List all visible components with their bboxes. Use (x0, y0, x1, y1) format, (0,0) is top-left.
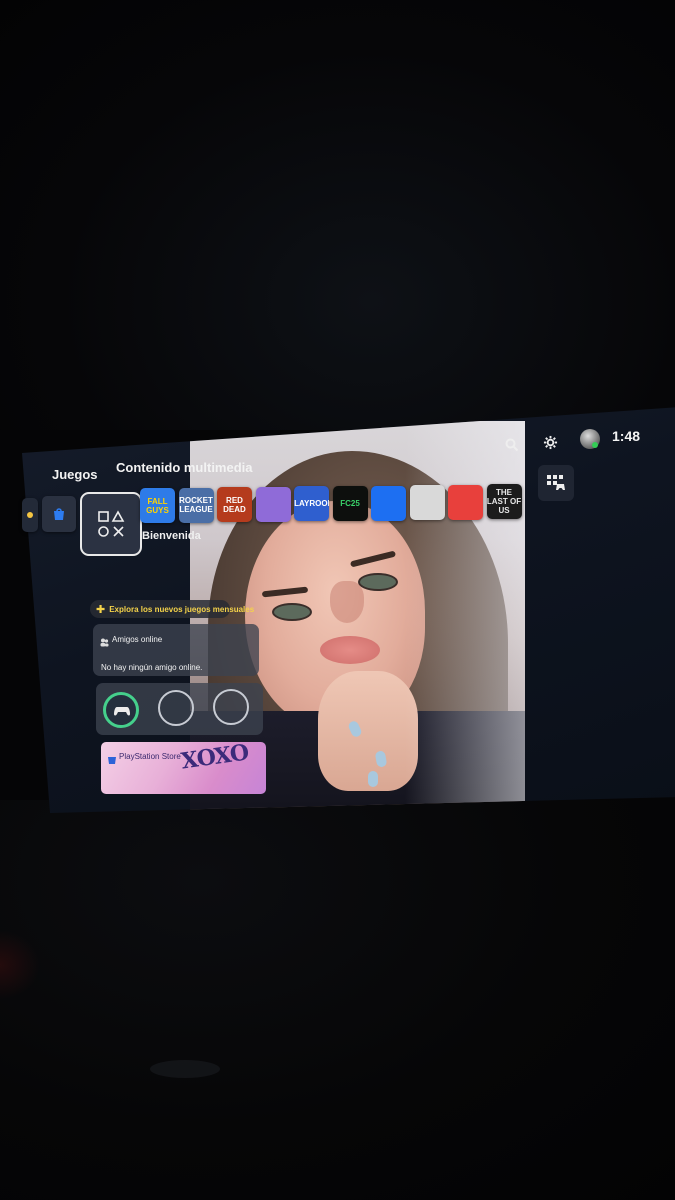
wallpaper-lips (320, 636, 380, 664)
game-tile[interactable] (448, 484, 483, 520)
game-tile[interactable] (409, 485, 445, 521)
friends-icon (100, 634, 109, 647)
friends-title: Amigos online (112, 635, 163, 644)
game-tile[interactable]: RED DEAD (217, 487, 252, 523)
wallpaper-nail (368, 771, 378, 787)
game-tile-label: FALL GUYS (146, 496, 169, 515)
gear-icon[interactable] (541, 433, 559, 451)
game-tile[interactable] (371, 485, 406, 521)
party-slot-active[interactable] (103, 692, 139, 728)
ps-store-icon[interactable] (42, 496, 76, 532)
ps-store-card[interactable]: PlayStation Store XOXO (101, 742, 266, 794)
grid-icon (547, 475, 565, 490)
partial-tile[interactable] (22, 498, 38, 532)
game-tile[interactable]: FC25 (332, 486, 368, 521)
clock: 1:48 (612, 428, 641, 444)
store-promo-art: XOXO (179, 742, 250, 775)
ps-plus-explore-card[interactable]: ✚ Explora los nuevos juegos mensuales (90, 600, 254, 618)
game-tile-label: PLAYROOM (294, 499, 329, 509)
game-library-tile[interactable] (538, 465, 574, 501)
wallpaper-window-light (405, 421, 525, 813)
game-tile[interactable]: FALL GUYS (140, 488, 175, 523)
friends-message: No hay ningún amigo online. (101, 663, 203, 672)
ps-store-bag-icon (107, 751, 117, 764)
game-tile-label: ROCKET LEAGUE (179, 496, 213, 515)
game-tile-label: RED DEAD (223, 495, 246, 514)
explore-label: Explora los nuevos juegos mensuales (109, 604, 255, 614)
game-tile[interactable] (255, 486, 291, 522)
ps-plus-icon: ✚ (96, 603, 106, 616)
game-tile-label: THE LAST OF US (486, 488, 522, 516)
wallpaper-eye-left (272, 603, 312, 621)
tv: Juegos Contenido multimedia 1:48 Bienven… (0, 0, 675, 1200)
ps-store-label: PlayStation Store (119, 752, 181, 761)
party-slot-empty[interactable] (158, 690, 194, 726)
wallpaper-nose (330, 581, 364, 623)
partial-tile-dot (27, 512, 33, 518)
game-tile[interactable]: PLAYROOM (294, 486, 329, 522)
game-tile[interactable]: ROCKET LEAGUE (178, 487, 214, 523)
game-tile-label: FC25 (340, 499, 360, 508)
game-tile[interactable]: THE LAST OF US (486, 484, 522, 520)
tab-contenido-multimedia[interactable]: Contenido multimedia (116, 460, 253, 475)
home-label: Bienvenida (142, 530, 201, 542)
wallpaper-eye-right (358, 573, 398, 591)
party-slot-empty[interactable] (213, 689, 249, 725)
home-tile[interactable] (80, 492, 142, 556)
ps-shapes-icon (98, 510, 125, 537)
online-status-dot (592, 442, 598, 448)
tab-juegos[interactable]: Juegos (52, 467, 98, 482)
search-icon[interactable] (503, 436, 521, 454)
controller-icon (114, 704, 130, 716)
